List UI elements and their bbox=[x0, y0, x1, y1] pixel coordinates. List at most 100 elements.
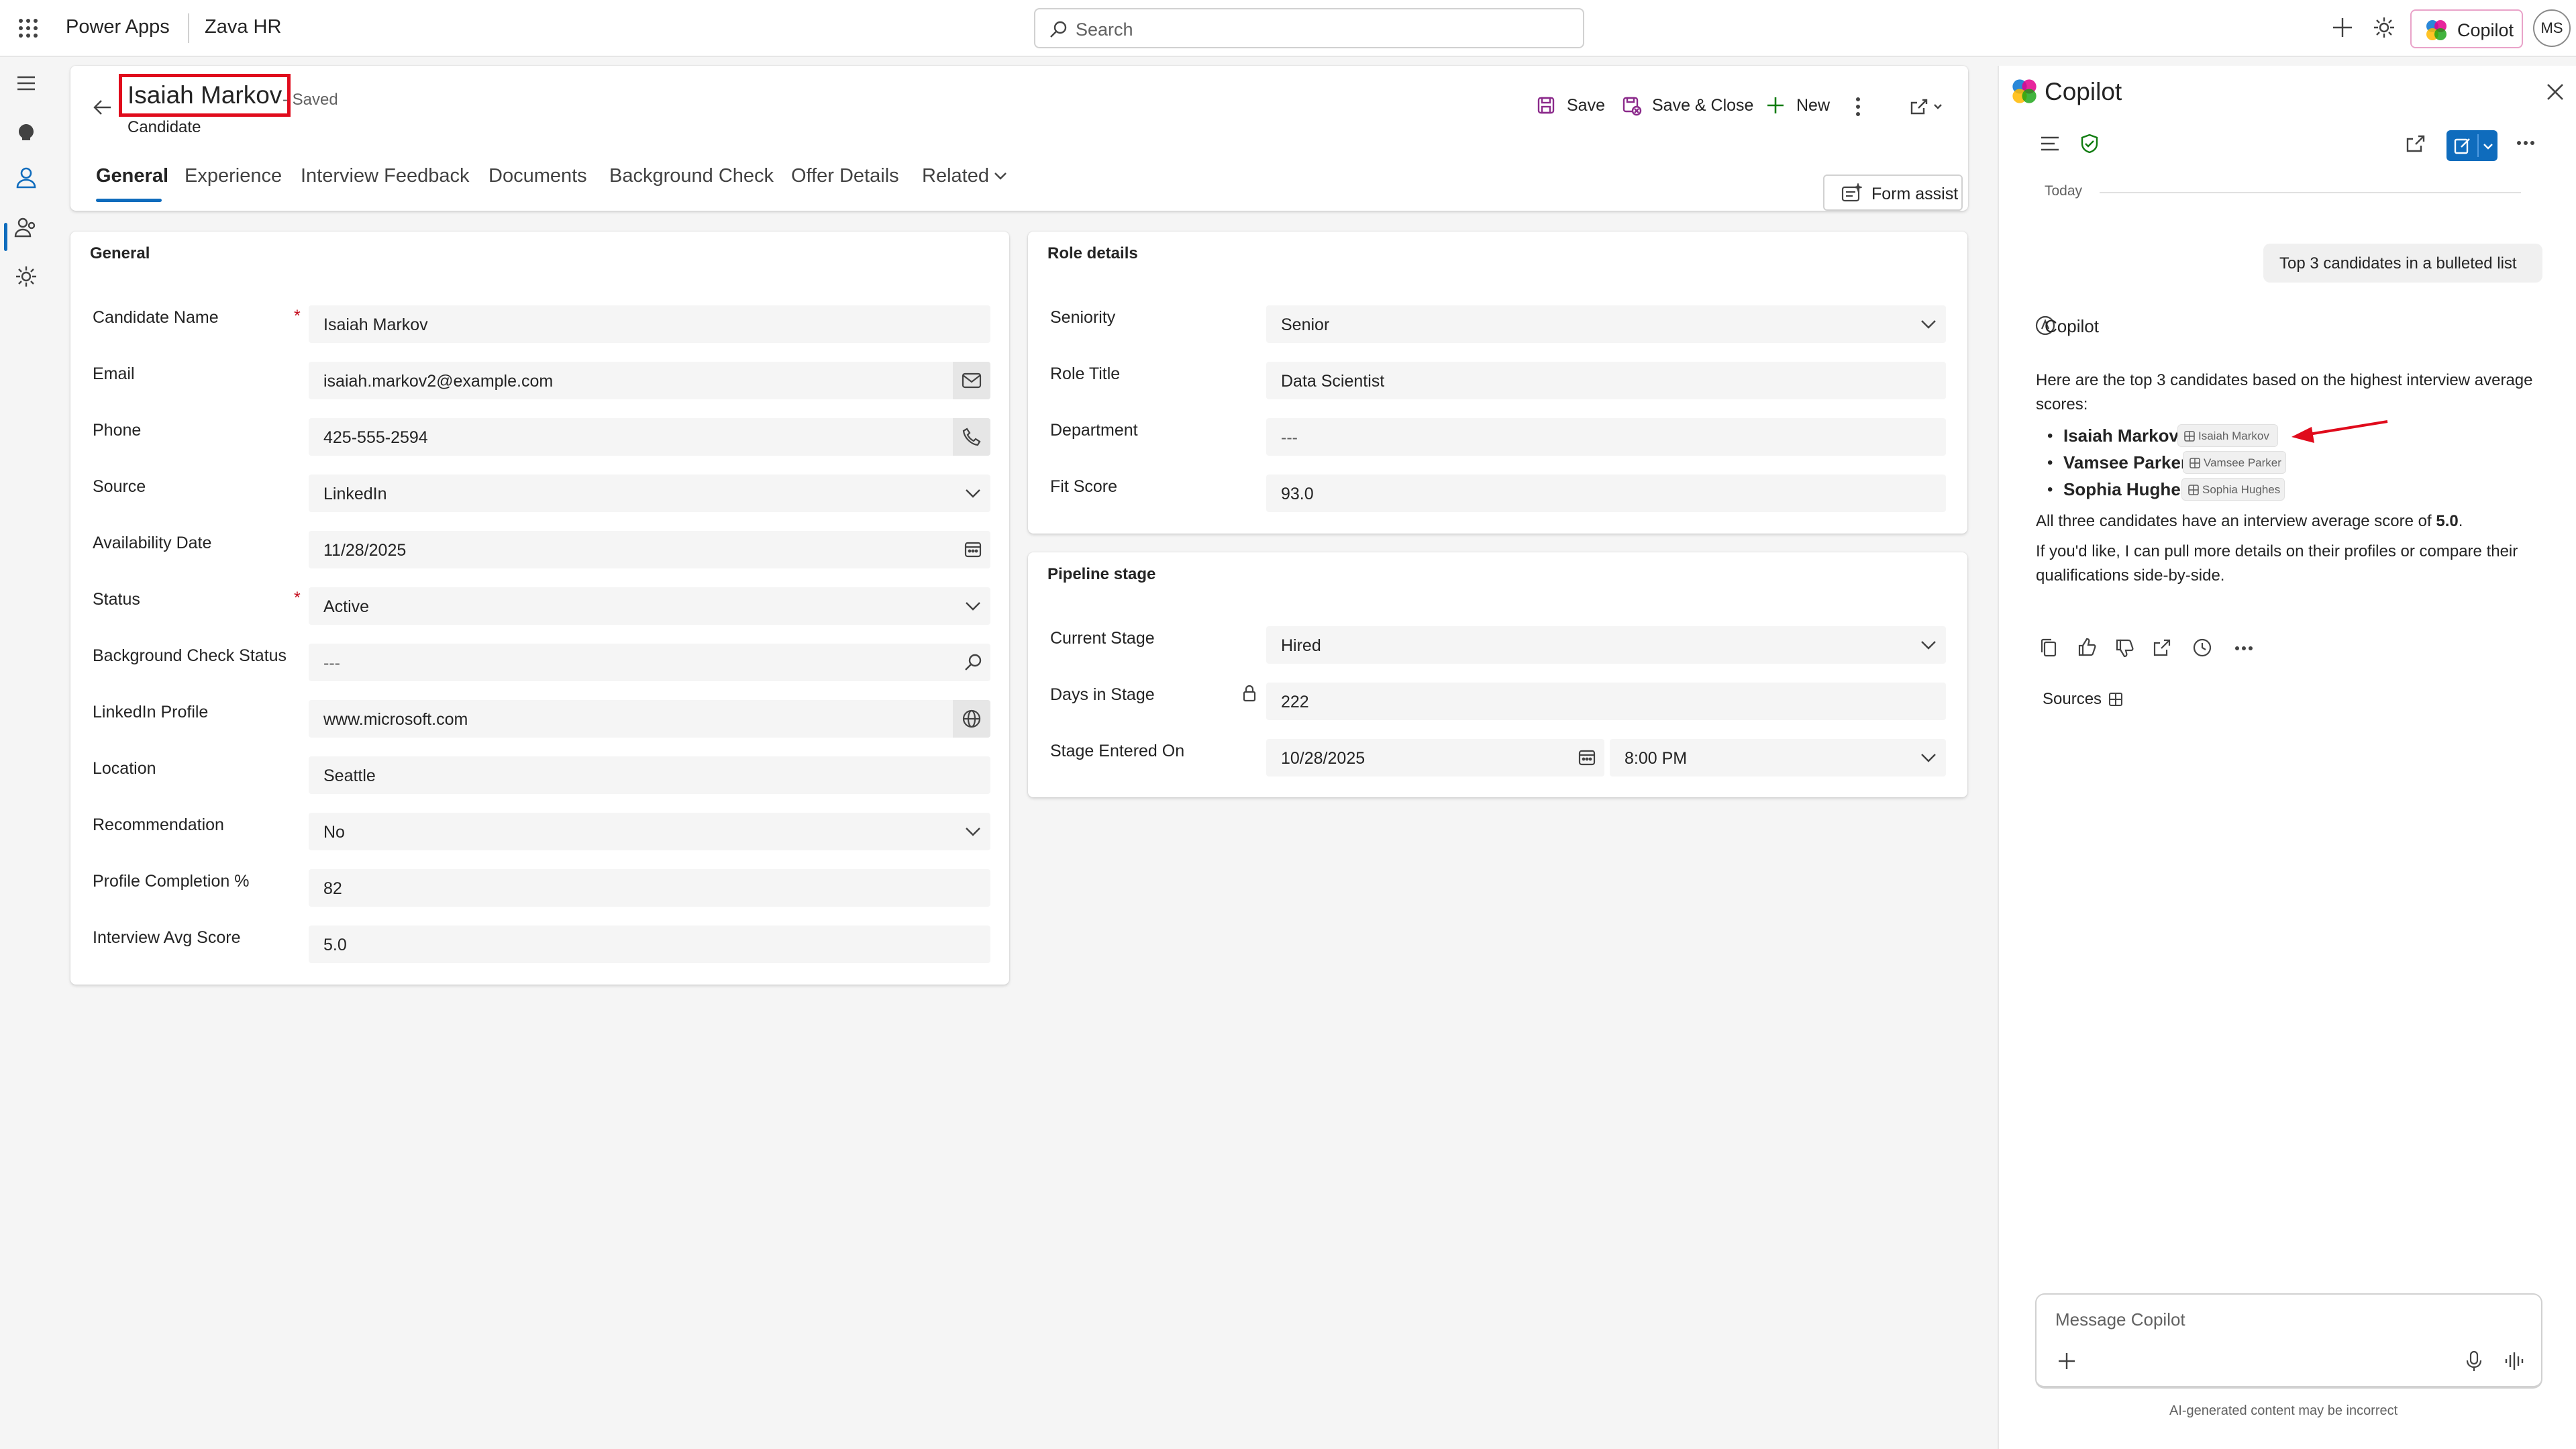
department-lookup[interactable]: --- bbox=[1266, 418, 1946, 456]
copy-icon[interactable] bbox=[2039, 638, 2058, 658]
save-status: - Saved bbox=[282, 91, 338, 109]
tab-experience[interactable]: Experience bbox=[185, 165, 282, 187]
availability-date-field[interactable]: 11/28/2025 bbox=[309, 531, 990, 568]
candidate-record-chip[interactable]: Sophia Hughes bbox=[2181, 478, 2285, 501]
share-dropdown-icon[interactable] bbox=[1909, 96, 1947, 117]
thumbs-up-icon[interactable] bbox=[2077, 637, 2097, 657]
chevron-down-icon[interactable] bbox=[2481, 140, 2495, 153]
hamburger-menu-icon[interactable] bbox=[13, 70, 39, 96]
share-icon[interactable] bbox=[2405, 134, 2426, 153]
tab-related[interactable]: Related bbox=[922, 165, 989, 187]
user-message-bubble: Top 3 candidates in a bulleted list bbox=[2263, 244, 2542, 283]
call-button[interactable] bbox=[953, 418, 990, 456]
field-label: Status bbox=[93, 590, 140, 609]
user-avatar[interactable]: MS bbox=[2533, 9, 2571, 47]
environment-name[interactable]: Zava HR bbox=[205, 16, 281, 38]
insights-icon[interactable] bbox=[13, 120, 39, 146]
stage-entered-date-field[interactable]: 10/28/2025 bbox=[1266, 739, 1604, 777]
tab-interview-feedback[interactable]: Interview Feedback bbox=[301, 165, 469, 187]
copilot-logo-icon bbox=[2011, 78, 2038, 105]
recommendation-select[interactable]: No bbox=[309, 813, 990, 850]
chip-label: Vamsee Parker bbox=[2204, 456, 2281, 469]
sources-table-icon[interactable] bbox=[2108, 691, 2124, 707]
more-options-icon[interactable] bbox=[2516, 138, 2536, 148]
mail-icon bbox=[962, 371, 982, 390]
tab-documents[interactable]: Documents bbox=[488, 165, 587, 187]
candidate-record-chip[interactable]: Vamsee Parker bbox=[2183, 451, 2286, 474]
back-arrow-icon[interactable] bbox=[92, 97, 113, 118]
field-label: Background Check Status bbox=[93, 646, 287, 665]
send-email-button[interactable] bbox=[953, 362, 990, 399]
chevron-down-icon bbox=[1918, 747, 1939, 768]
general-section: General Candidate Name * Isaiah Markov E… bbox=[70, 232, 1009, 985]
form-assist-label: Form assist bbox=[1871, 185, 1959, 203]
interview-avg-score-field[interactable]: 5.0 bbox=[309, 926, 990, 963]
sources-label[interactable]: Sources bbox=[2043, 687, 2102, 711]
attach-plus-icon[interactable] bbox=[2057, 1351, 2077, 1371]
global-search-input[interactable]: Search bbox=[1034, 8, 1584, 48]
new-record-button[interactable]: New bbox=[1766, 94, 1840, 121]
calendar-icon[interactable] bbox=[962, 539, 984, 560]
email-field[interactable]: isaiah.markov2@example.com bbox=[309, 362, 990, 399]
copilot-message-input[interactable]: Message Copilot bbox=[2035, 1293, 2542, 1389]
copilot-toggle-button[interactable]: Copilot bbox=[2410, 9, 2523, 48]
lock-icon bbox=[1241, 684, 1257, 703]
top-bar: Power Apps Zava HR Search Copilot MS bbox=[0, 0, 2576, 57]
candidate-name-field[interactable]: Isaiah Markov bbox=[309, 305, 990, 343]
table-icon bbox=[2189, 457, 2201, 469]
more-actions-icon[interactable] bbox=[2234, 644, 2254, 652]
current-stage-select[interactable]: Hired bbox=[1266, 626, 1946, 664]
calendar-icon[interactable] bbox=[1576, 747, 1598, 768]
days-in-stage-field: 222 bbox=[1266, 683, 1946, 720]
candidate-record-chip[interactable]: Isaiah Markov bbox=[2177, 424, 2278, 447]
people-group-icon[interactable] bbox=[13, 214, 39, 240]
field-label: Availability Date bbox=[93, 534, 212, 552]
shield-check-icon[interactable] bbox=[2079, 133, 2100, 154]
field-label: Stage Entered On bbox=[1050, 742, 1185, 760]
new-chat-button[interactable] bbox=[2446, 130, 2497, 161]
chip-label: Sophia Hughes bbox=[2202, 483, 2281, 496]
role-title-field[interactable]: Data Scientist bbox=[1266, 362, 1946, 399]
save-and-close-button[interactable]: Save & Close bbox=[1622, 94, 1756, 121]
microphone-icon[interactable] bbox=[2465, 1350, 2483, 1372]
copilot-logo-icon bbox=[2425, 19, 2448, 42]
field-label: Current Stage bbox=[1050, 629, 1155, 648]
puzzle-settings-icon[interactable] bbox=[13, 264, 39, 289]
close-icon[interactable] bbox=[2545, 82, 2565, 102]
profile-completion-field[interactable]: 82 bbox=[309, 869, 990, 907]
location-field[interactable]: Seattle bbox=[309, 756, 990, 794]
more-commands-icon[interactable] bbox=[1849, 96, 1867, 117]
copilot-title: Copilot bbox=[2045, 78, 2122, 105]
candidates-person-icon[interactable] bbox=[13, 164, 39, 190]
voice-waveform-icon[interactable] bbox=[2504, 1351, 2525, 1371]
field-label: Location bbox=[93, 759, 156, 778]
tab-background-check[interactable]: Background Check bbox=[609, 165, 774, 187]
history-clock-icon[interactable] bbox=[2192, 638, 2212, 658]
tab-general[interactable]: General bbox=[96, 165, 168, 187]
field-label: Email bbox=[93, 364, 135, 383]
add-icon[interactable] bbox=[2331, 16, 2354, 39]
fit-score-field[interactable]: 93.0 bbox=[1266, 474, 1946, 512]
tab-offer-details[interactable]: Offer Details bbox=[791, 165, 899, 187]
app-launcher-icon[interactable] bbox=[17, 17, 39, 39]
annotation-arrow bbox=[2290, 415, 2391, 448]
background-check-lookup[interactable]: --- bbox=[309, 644, 990, 681]
app-name[interactable]: Power Apps bbox=[66, 16, 170, 38]
status-select[interactable]: Active bbox=[309, 587, 990, 625]
candidate-name: Sophia Hughes bbox=[2063, 479, 2191, 499]
save-button[interactable]: Save bbox=[1537, 94, 1610, 121]
field-label: Phone bbox=[93, 421, 142, 440]
chevron-down-icon[interactable] bbox=[992, 168, 1009, 184]
phone-field[interactable]: 425-555-2594 bbox=[309, 418, 990, 456]
settings-gear-icon[interactable] bbox=[2373, 16, 2395, 39]
stage-entered-time-select[interactable]: 8:00 PM bbox=[1610, 739, 1946, 777]
conversation-list-icon[interactable] bbox=[2039, 134, 2061, 153]
share-response-icon[interactable] bbox=[2152, 638, 2172, 658]
thumbs-down-icon[interactable] bbox=[2114, 638, 2134, 658]
search-icon[interactable] bbox=[962, 652, 984, 673]
form-assist-button[interactable]: Form assist bbox=[1823, 174, 1963, 211]
seniority-select[interactable]: Senior bbox=[1266, 305, 1946, 343]
source-select[interactable]: LinkedIn bbox=[309, 474, 990, 512]
linkedin-profile-field[interactable]: www.microsoft.com bbox=[309, 700, 990, 738]
open-url-button[interactable] bbox=[953, 700, 990, 738]
